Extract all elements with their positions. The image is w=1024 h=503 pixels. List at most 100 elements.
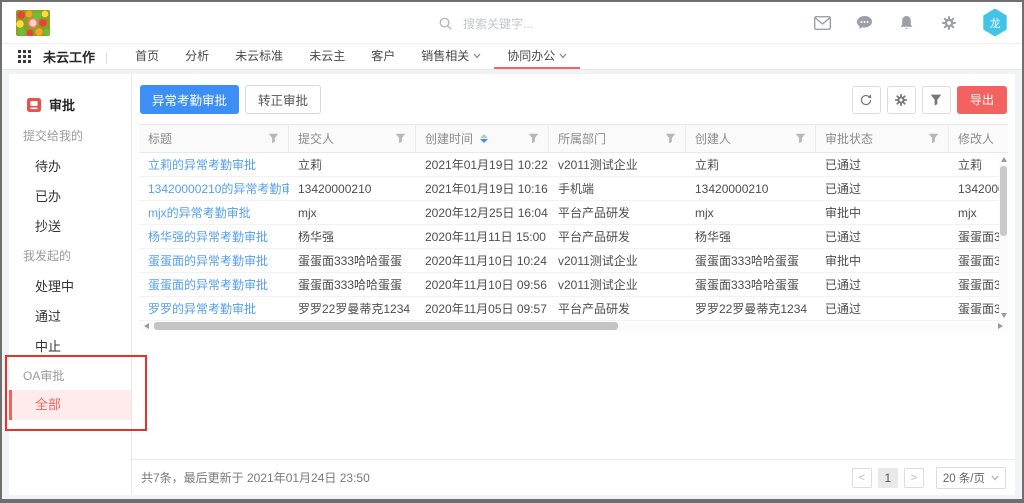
table-footer: 共7条，最后更新于 2021年01月24日 23:50 < 1 > 20 条/页: [132, 459, 1015, 495]
column-header-approval-status[interactable]: 审批状态: [816, 125, 949, 152]
prev-page-button[interactable]: <: [852, 468, 872, 488]
global-search[interactable]: 搜索关键字...: [437, 2, 533, 44]
content-area: 审批 提交给我的 待办 已办 抄送 我发起的 处理中 通过 中止 OA审批 全部…: [2, 70, 1022, 499]
column-label: 创建人: [695, 130, 731, 147]
cell-title-link[interactable]: 13420000210的异常考勤审批: [139, 177, 289, 200]
column-header-modifier[interactable]: 修改人: [949, 125, 1008, 152]
cell-department: 平台产品研发: [549, 225, 686, 248]
cell-department: 平台产品研发: [549, 201, 686, 224]
cell-title-link[interactable]: mjx的异常考勤审批: [139, 201, 289, 224]
cell-creator: mjx: [686, 201, 816, 224]
filter-button[interactable]: [922, 86, 951, 114]
horizontal-scroll-track[interactable]: [152, 322, 995, 330]
nav-item-analysis[interactable]: 分析: [172, 44, 222, 69]
cell-approval-status: 已通过: [816, 225, 949, 248]
nav-item-sales-label: 销售相关: [421, 47, 469, 64]
cell-title-link[interactable]: 蛋蛋面的异常考勤审批: [139, 273, 289, 296]
tab-regularization-approval[interactable]: 转正审批: [245, 85, 321, 114]
sidebar-title-label: 审批: [49, 95, 75, 114]
cell-title-link[interactable]: 蛋蛋面的异常考勤审批: [139, 249, 289, 272]
cell-submitter: 罗罗22罗曼蒂克1234: [289, 297, 416, 320]
cell-title-link[interactable]: 杨华强的异常考勤审批: [139, 225, 289, 248]
approvals-table: 标题 提交人 创建时间 所属部门: [139, 124, 1008, 331]
horizontal-scroll-thumb[interactable]: [154, 322, 618, 330]
nav-separator: |: [105, 50, 108, 64]
chevron-down-icon: [559, 53, 567, 59]
app-grid-icon[interactable]: [16, 48, 33, 65]
mail-icon[interactable]: [814, 14, 831, 31]
sidebar-item-processing[interactable]: 处理中: [9, 276, 131, 295]
column-header-creator[interactable]: 创建人: [686, 125, 816, 152]
bell-icon[interactable]: [898, 14, 915, 31]
chat-icon[interactable]: [856, 14, 873, 31]
cell-department: v2011测试企业: [549, 273, 686, 296]
column-header-submitter[interactable]: 提交人: [289, 125, 416, 152]
gear-icon[interactable]: [940, 14, 957, 31]
sidebar-item-todo[interactable]: 待办: [9, 156, 131, 175]
horizontal-scrollbar[interactable]: [139, 321, 1008, 331]
refresh-button[interactable]: [852, 86, 881, 114]
page-size-select[interactable]: 20 条/页: [936, 467, 1006, 489]
filter-funnel-icon[interactable]: [928, 133, 939, 144]
refresh-icon: [859, 93, 873, 107]
column-header-title[interactable]: 标题: [139, 125, 289, 152]
user-avatar[interactable]: 龙: [982, 9, 1008, 37]
nav-item-customer[interactable]: 客户: [358, 44, 408, 69]
column-header-created-time[interactable]: 创建时间: [416, 125, 549, 152]
cell-approval-status: 审批中: [816, 249, 949, 272]
table-row: 立莉的异常考勤审批 立莉 2021年01月19日 10:22 v2011测试企业…: [139, 153, 1008, 177]
filter-funnel-icon[interactable]: [665, 133, 676, 144]
cell-approval-status: 已通过: [816, 297, 949, 320]
scroll-right-arrow-icon[interactable]: [998, 323, 1003, 329]
cell-submitter: 蛋蛋面333哈哈蛋蛋: [289, 249, 416, 272]
filter-funnel-icon[interactable]: [528, 133, 539, 144]
nav-item-main[interactable]: 未云主: [296, 44, 358, 69]
scroll-up-arrow-icon[interactable]: [1001, 157, 1007, 162]
workspace-name[interactable]: 未云工作: [43, 47, 95, 66]
scroll-left-arrow-icon[interactable]: [144, 323, 149, 329]
page-number-current[interactable]: 1: [878, 468, 898, 488]
next-page-button[interactable]: >: [904, 468, 924, 488]
cell-approval-status: 已通过: [816, 177, 949, 200]
cell-title-link[interactable]: 罗罗的异常考勤审批: [139, 297, 289, 320]
export-button[interactable]: 导出: [957, 86, 1007, 114]
nav-item-sales[interactable]: 销售相关: [408, 44, 494, 69]
sort-asc-icon[interactable]: [480, 134, 488, 138]
sidebar-item-passed[interactable]: 通过: [9, 306, 131, 325]
column-header-department[interactable]: 所属部门: [549, 125, 686, 152]
column-label: 标题: [148, 130, 172, 147]
chevron-down-icon: [473, 53, 481, 59]
filter-funnel-icon[interactable]: [395, 133, 406, 144]
table-row: 蛋蛋面的异常考勤审批 蛋蛋面333哈哈蛋蛋 2020年11月10日 10:24 …: [139, 249, 1008, 273]
top-header: 搜索关键字... 龙: [2, 2, 1022, 44]
nav-item-home[interactable]: 首页: [122, 44, 172, 69]
nav-item-standard[interactable]: 未云标准: [222, 44, 296, 69]
scroll-down-arrow-icon[interactable]: [1001, 313, 1007, 318]
sidebar-item-terminated[interactable]: 中止: [9, 336, 131, 355]
vertical-scrollbar[interactable]: [999, 154, 1008, 321]
cell-department: v2011测试企业: [549, 249, 686, 272]
settings-button[interactable]: [887, 86, 916, 114]
approval-icon: [27, 98, 41, 112]
cell-created-time: 2020年11月10日 10:24: [416, 249, 549, 272]
chevron-down-icon: [991, 475, 999, 481]
sort-caret-icons[interactable]: [480, 134, 488, 143]
nav-left: 未云工作 |: [16, 44, 108, 69]
cell-creator: 蛋蛋面333哈哈蛋蛋: [686, 273, 816, 296]
cell-approval-status: 审批中: [816, 201, 949, 224]
vertical-scroll-thumb[interactable]: [1000, 166, 1007, 236]
search-placeholder: 搜索关键字...: [463, 15, 533, 32]
sidebar-item-all[interactable]: 全部: [9, 390, 131, 420]
nav-item-collaboration[interactable]: 协同办公: [494, 44, 580, 69]
tab-abnormal-attendance-approval[interactable]: 异常考勤审批: [140, 85, 239, 114]
app-logo[interactable]: [16, 10, 50, 36]
sort-desc-icon-active[interactable]: [480, 139, 488, 143]
sidebar-item-done[interactable]: 已办: [9, 186, 131, 205]
app-window: 搜索关键字... 龙 未云工作 | 首页: [0, 0, 1024, 503]
sidebar-group-oa-approval: OA审批: [9, 367, 64, 384]
filter-funnel-icon[interactable]: [268, 133, 279, 144]
main-panel: 异常考勤审批 转正审批 导出: [131, 74, 1015, 495]
cell-title-link[interactable]: 立莉的异常考勤审批: [139, 153, 289, 176]
sidebar-item-cc[interactable]: 抄送: [9, 216, 131, 235]
filter-funnel-icon[interactable]: [795, 133, 806, 144]
